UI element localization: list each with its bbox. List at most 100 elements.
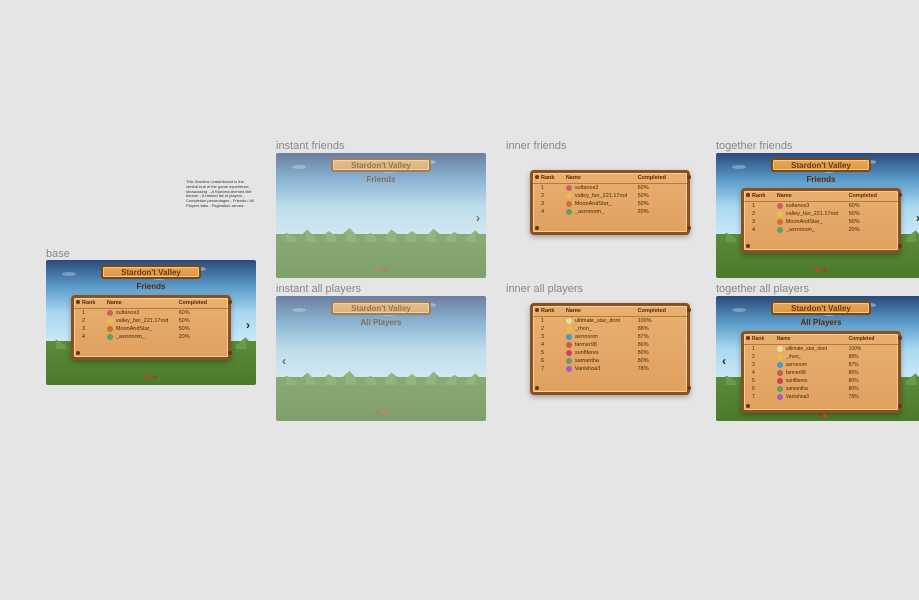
table-row: 2_rhon_88% bbox=[744, 353, 898, 361]
table-row: 2valley_fan_221.17rod50% bbox=[744, 210, 898, 218]
card-instant-friends: Stardon't Valley Friends › bbox=[276, 153, 486, 278]
nav-right[interactable]: › bbox=[246, 318, 250, 332]
col-completed: Completed bbox=[179, 300, 220, 306]
table-row: 3MoonAndStar_50% bbox=[533, 200, 687, 208]
cell-completed: 60% bbox=[849, 203, 890, 209]
player-name: _rhon_ bbox=[575, 326, 592, 332]
nav-left[interactable]: ‹ bbox=[282, 354, 286, 368]
pagination-dots bbox=[375, 268, 387, 272]
col-name: Name bbox=[777, 193, 849, 199]
board-rows: 1ultimate_star_dont100%2_rhon_88%3asrron… bbox=[744, 345, 898, 401]
leaderboard-panel: Rank Name Completed 1ultimate_star_dont1… bbox=[530, 303, 690, 395]
table-row: 7Vanishoa378% bbox=[533, 365, 687, 373]
cell-rank: 3 bbox=[82, 326, 107, 332]
col-completed: Completed bbox=[638, 175, 679, 181]
cell-name: farmer98 bbox=[777, 370, 849, 376]
cell-rank: 3 bbox=[752, 219, 777, 225]
table-row: 1sultanos360% bbox=[744, 202, 898, 210]
dot-2[interactable] bbox=[383, 268, 387, 272]
player-name: _asrronom_ bbox=[575, 209, 604, 215]
avatar bbox=[777, 370, 783, 376]
dot-1[interactable] bbox=[815, 414, 819, 418]
avatar bbox=[777, 227, 783, 233]
cell-name: valley_fan_221.17rod bbox=[777, 211, 849, 217]
avatar bbox=[777, 203, 783, 209]
cell-completed: 20% bbox=[638, 209, 679, 215]
dot-1[interactable] bbox=[815, 268, 819, 272]
cell-completed: 88% bbox=[638, 326, 679, 332]
table-row: 1sultanos360% bbox=[74, 309, 228, 317]
dot-2[interactable] bbox=[823, 268, 827, 272]
cell-name: samantha bbox=[777, 386, 849, 392]
cell-name: _rhon_ bbox=[777, 354, 849, 360]
cell-name: asrronom bbox=[777, 362, 849, 368]
cell-rank: 7 bbox=[752, 394, 777, 400]
avatar bbox=[777, 386, 783, 392]
card-inner-friends: Rank Name Completed 1sultanos360%2valley… bbox=[530, 170, 690, 235]
avatar bbox=[566, 342, 572, 348]
table-row: 4_asrronom_20% bbox=[74, 333, 228, 341]
table-row: 7Vanishoa378% bbox=[744, 393, 898, 401]
player-name: sultanos3 bbox=[575, 185, 599, 191]
col-completed: Completed bbox=[638, 308, 679, 314]
cell-rank: 2 bbox=[82, 318, 107, 324]
cell-rank: 4 bbox=[82, 334, 107, 340]
player-name: farmer98 bbox=[575, 342, 597, 348]
player-name: sunflteres bbox=[786, 378, 808, 384]
subtitle-friends: Friends bbox=[46, 282, 256, 291]
label-instant-friends: instant friends bbox=[276, 140, 344, 152]
player-name: samantha bbox=[575, 358, 599, 364]
player-name: MoonAndStar_ bbox=[116, 326, 153, 332]
avatar bbox=[566, 326, 572, 332]
table-row: 3MoonAndStar_50% bbox=[744, 218, 898, 226]
card-inner-all: Rank Name Completed 1ultimate_star_dont1… bbox=[530, 303, 690, 395]
table-row: 4_asrronom_20% bbox=[533, 208, 687, 216]
dot-1[interactable] bbox=[375, 411, 379, 415]
card-base: Stardon't Valley Friends Rank Name Compl… bbox=[46, 260, 256, 385]
avatar bbox=[777, 354, 783, 360]
table-row: 6samantha80% bbox=[744, 385, 898, 393]
table-row: 3MoonAndStar_50% bbox=[74, 325, 228, 333]
title-plate: Stardon't Valley bbox=[771, 158, 871, 172]
cell-name: sultanos3 bbox=[107, 310, 179, 316]
player-name: samantha bbox=[786, 386, 808, 392]
cell-name: MoonAndStar_ bbox=[107, 326, 179, 332]
player-name: farmer98 bbox=[786, 370, 806, 376]
dot-2[interactable] bbox=[823, 414, 827, 418]
cell-rank: 1 bbox=[82, 310, 107, 316]
avatar bbox=[777, 211, 783, 217]
dot-2[interactable] bbox=[153, 375, 157, 379]
avatar bbox=[777, 362, 783, 368]
col-name: Name bbox=[566, 308, 638, 314]
table-row: 1sultanos360% bbox=[533, 184, 687, 192]
cell-name: _asrronom_ bbox=[777, 227, 849, 233]
player-name: Vanishoa3 bbox=[575, 366, 601, 372]
board-rows: 1ultimate_star_dont100%2_rhon_88%3asrron… bbox=[533, 317, 687, 373]
player-name: MoonAndStar_ bbox=[786, 219, 823, 225]
cell-name: ultimate_star_dont bbox=[777, 346, 849, 352]
cell-completed: 20% bbox=[849, 227, 890, 233]
cell-name: samantha bbox=[566, 358, 638, 364]
avatar bbox=[777, 394, 783, 400]
player-name: MoonAndStar_ bbox=[575, 201, 612, 207]
cell-name: Vanishoa3 bbox=[777, 394, 849, 400]
player-name: ultimate_star_dont bbox=[786, 346, 827, 352]
dot-2[interactable] bbox=[383, 411, 387, 415]
dot-1[interactable] bbox=[375, 268, 379, 272]
card-together-all: Stardon't Valley All Players Rank Name C… bbox=[716, 296, 919, 421]
leaderboard-panel: Rank Name Completed 1sultanos360%2valley… bbox=[71, 295, 231, 360]
nav-left[interactable]: ‹ bbox=[722, 354, 726, 368]
cell-completed: 86% bbox=[638, 342, 679, 348]
label-together-all: together all players bbox=[716, 283, 809, 295]
cell-rank: 6 bbox=[752, 386, 777, 392]
cell-completed: 50% bbox=[849, 211, 890, 217]
cell-rank: 1 bbox=[541, 318, 566, 324]
cell-name: valley_fan_221.17rod bbox=[107, 318, 179, 324]
dot-1[interactable] bbox=[145, 375, 149, 379]
cell-rank: 5 bbox=[541, 350, 566, 356]
col-completed: Completed bbox=[849, 336, 890, 342]
pagination-dots bbox=[375, 411, 387, 415]
label-base: base bbox=[46, 248, 70, 260]
nav-right[interactable]: › bbox=[476, 211, 480, 225]
avatar bbox=[107, 310, 113, 316]
